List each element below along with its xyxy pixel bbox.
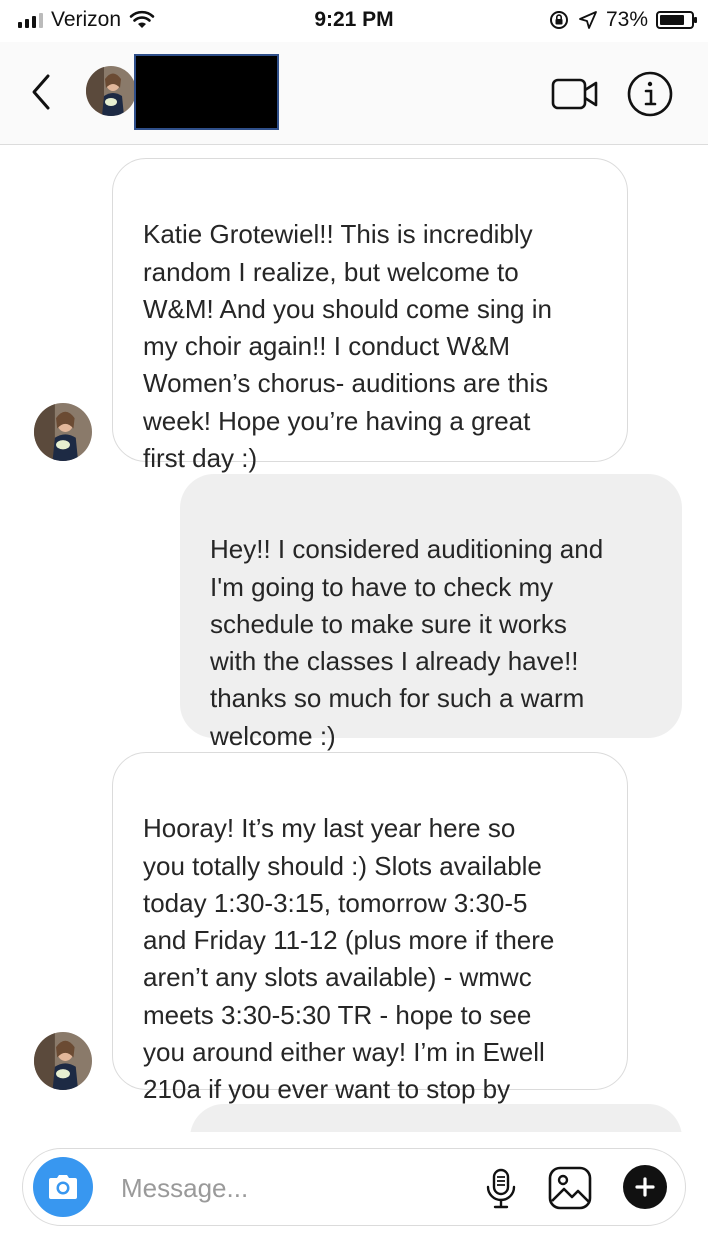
- status-right: 73%: [548, 8, 697, 32]
- redacted-contact-name: [134, 54, 279, 130]
- message-text: Katie Grotewiel!! This is incredibly ran…: [143, 219, 552, 474]
- battery-icon: [656, 11, 697, 29]
- incoming-message-bubble[interactable]: Katie Grotewiel!! This is incredibly ran…: [112, 158, 628, 473]
- location-arrow-icon: [579, 11, 597, 29]
- back-chevron-icon[interactable]: [24, 70, 58, 114]
- add-button[interactable]: [623, 1165, 667, 1209]
- contact-avatar[interactable]: [86, 66, 136, 116]
- plus-icon: [635, 1177, 655, 1197]
- chat-header: [0, 42, 708, 145]
- video-camera-icon[interactable]: [550, 76, 600, 112]
- message-text: Hooray! It’s my last year here so you to…: [143, 813, 555, 1105]
- message-composer: [22, 1148, 686, 1226]
- info-icon[interactable]: [626, 70, 674, 118]
- gallery-icon[interactable]: [547, 1165, 593, 1211]
- status-bar: Verizon 9:21 PM 73%: [0, 0, 708, 42]
- camera-icon: [49, 1175, 77, 1199]
- message-text: Hey!! I considered auditioning and I'm g…: [210, 534, 604, 751]
- orientation-lock-icon: [549, 11, 568, 29]
- outgoing-message-bubble[interactable]: Hey!! I considered auditioning and I'm g…: [180, 474, 682, 751]
- battery-percent: 73%: [605, 8, 648, 31]
- sender-avatar[interactable]: [34, 1032, 92, 1090]
- camera-button[interactable]: [33, 1157, 93, 1217]
- microphone-icon[interactable]: [483, 1167, 519, 1211]
- sender-avatar[interactable]: [34, 403, 92, 461]
- message-input[interactable]: [119, 1167, 463, 1209]
- incoming-message-bubble[interactable]: Hooray! It’s my last year here so you to…: [112, 752, 628, 1104]
